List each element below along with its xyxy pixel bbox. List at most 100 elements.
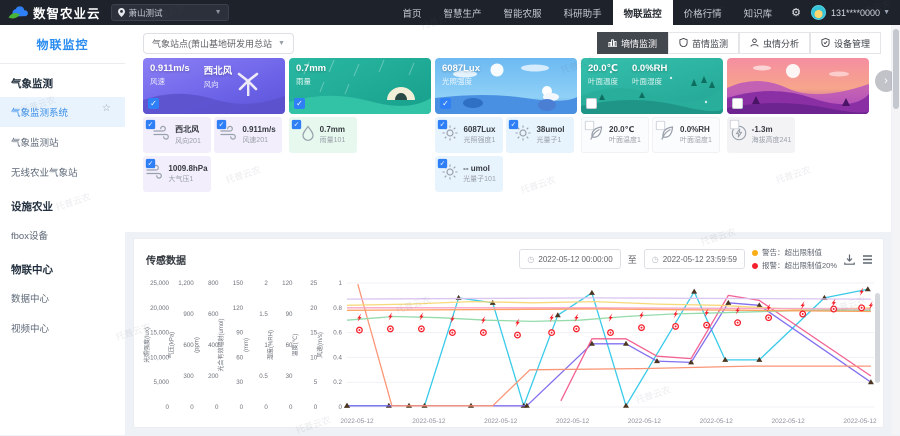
card-banner-wind[interactable]: 0.911m/s风速西北风风向✓: [143, 58, 285, 114]
sensor-chip-3-0[interactable]: ✓20.0℃叶面温度1: [581, 117, 649, 153]
sensor-checkbox[interactable]: ✓: [509, 120, 518, 129]
sidebar-item-0-2[interactable]: 无线农业气象站: [0, 157, 125, 187]
page-scrollbar-thumb[interactable]: [893, 29, 899, 109]
card-checkbox[interactable]: ✓: [732, 98, 743, 109]
svg-text:1: 1: [338, 280, 342, 287]
svg-text:风速(m/s): 风速(m/s): [317, 332, 324, 358]
card-banner-light[interactable]: 6087Lux光照强度✓: [435, 58, 577, 114]
nav-menu: 首页智慧生产智能农服科研助手物联监控价格行情知识库: [392, 0, 784, 25]
sensor-card-3: 20.0℃叶面温度0.0%RH叶面湿度✓✓20.0℃叶面温度1✓0.0%RH叶面…: [581, 58, 723, 192]
svg-text:0.5: 0.5: [259, 373, 268, 380]
sensor-checkbox[interactable]: ✓: [146, 120, 155, 129]
sensor-chip-1-0[interactable]: ✓0.7mm雨量101: [289, 117, 357, 153]
sensor-value: 0.911m/s: [242, 125, 275, 134]
legend-dot: [752, 263, 758, 269]
sensor-chip-4-0[interactable]: ✓-1.3m海拔高度241: [727, 117, 795, 153]
sidebar-item-1-0[interactable]: fbox设备: [0, 220, 125, 250]
chart-scrollbar[interactable]: [875, 293, 880, 383]
alarm-legend: 警告：超出限制值报警：超出限制值20%: [752, 247, 837, 271]
leaf-shield-icon: [679, 38, 688, 49]
svg-text:0: 0: [240, 404, 244, 411]
date-to-input[interactable]: ◷ 2022-05-12 23:59:59: [644, 249, 745, 269]
svg-text:0: 0: [215, 404, 219, 411]
sensor-label: 风向201: [175, 136, 201, 146]
svg-text:湿度(%RH): 湿度(%RH): [267, 330, 275, 360]
svg-text:2022-05-12: 2022-05-12: [628, 418, 662, 425]
sensor-checkbox[interactable]: ✓: [585, 121, 594, 130]
banner-value: 西北风: [204, 63, 233, 77]
sidebar-item-0-0[interactable]: 气象监测系统☆: [0, 97, 125, 127]
tab-虫情分析[interactable]: 虫情分析: [739, 32, 810, 54]
sensor-chip-3-1[interactable]: ✓0.0%RH叶面湿度1: [652, 117, 720, 153]
nav-item-2[interactable]: 智能农服: [493, 0, 553, 25]
location-pin-icon: [118, 8, 125, 17]
svg-text:0.4: 0.4: [333, 354, 342, 361]
nav-item-3[interactable]: 科研助手: [553, 0, 613, 25]
star-icon[interactable]: ☆: [102, 103, 111, 114]
nav-item-1[interactable]: 智慧生产: [433, 0, 493, 25]
svg-text:800: 800: [208, 280, 219, 287]
user-menu[interactable]: 131****0000 ▼: [831, 8, 900, 18]
sensor-chip-0-0[interactable]: ✓西北风风向201: [143, 117, 211, 153]
svg-text:30: 30: [236, 379, 243, 386]
card-checkbox[interactable]: ✓: [586, 98, 597, 109]
sensor-checkbox[interactable]: ✓: [730, 120, 739, 129]
sensor-checkbox[interactable]: ✓: [656, 121, 665, 130]
sidebar-item-0-1[interactable]: 气象监测站: [0, 127, 125, 157]
nav-item-4[interactable]: 物联监控: [613, 0, 673, 25]
sidebar-item-2-1[interactable]: 视频中心: [0, 313, 125, 343]
sensor-checkbox[interactable]: ✓: [438, 120, 447, 129]
chevron-down-icon: ▼: [883, 9, 890, 16]
sensor-chip-2-1[interactable]: ✓38umol光量子1: [506, 117, 574, 153]
chart-header: 传感数据 ◷ 2022-05-12 00:00:00 至 ◷ 2022-05-1…: [134, 239, 883, 273]
tab-墒情监测[interactable]: 墒情监测: [597, 32, 668, 54]
card-checkbox[interactable]: ✓: [440, 98, 451, 109]
org-selector-dropdown[interactable]: 萧山测试 ▼: [111, 4, 229, 21]
sidebar-item-2-0[interactable]: 数据中心: [0, 283, 125, 313]
nav-item-5[interactable]: 价格行情: [673, 0, 733, 25]
sensor-label: 叶面湿度1: [680, 135, 712, 145]
sensor-value: 6087Lux: [463, 125, 495, 134]
sensor-chip-0-2[interactable]: ✓1009.8hPa大气压1: [143, 156, 211, 192]
svg-text:2022-05-12: 2022-05-12: [556, 418, 590, 425]
clock-icon: ◷: [652, 255, 659, 264]
sensor-chip-0-1[interactable]: ✓ 0.911m/s风速201: [214, 117, 282, 153]
svg-text:2022-05-12: 2022-05-12: [412, 418, 446, 425]
nav-item-0[interactable]: 首页: [392, 0, 433, 25]
date-from-value: 2022-05-12 00:00:00: [538, 255, 612, 264]
sensor-checkbox[interactable]: ✓: [438, 159, 447, 168]
svg-text:0: 0: [190, 404, 194, 411]
page-scrollbar[interactable]: [892, 25, 900, 435]
list-view-icon[interactable]: [862, 254, 873, 265]
card-banner-leaf[interactable]: 20.0℃叶面温度0.0%RH叶面湿度✓: [581, 58, 723, 114]
svg-text:120: 120: [282, 280, 293, 287]
tab-设备管理[interactable]: 设备管理: [810, 32, 881, 54]
card-banner-rain[interactable]: 0.7mm雨量✓: [289, 58, 431, 114]
nav-item-6[interactable]: 知识库: [733, 0, 784, 25]
sensor-checkbox[interactable]: ✓: [292, 120, 301, 129]
sensor-label: 风速201: [242, 135, 275, 145]
sensor-value: 0.7mm: [320, 125, 346, 134]
svg-text:温度(℃): 温度(℃): [291, 334, 299, 357]
avatar[interactable]: [811, 5, 826, 20]
sensor-card-4: ✓✓-1.3m海拔高度241: [727, 58, 869, 192]
sensor-chip-2-2[interactable]: ✓-- umol光量子101: [435, 156, 503, 192]
sensor-checkbox[interactable]: ✓: [217, 120, 226, 129]
sensor-checkbox[interactable]: ✓: [146, 159, 155, 168]
svg-text:150: 150: [233, 280, 244, 287]
tab-苗情监测[interactable]: 苗情监测: [668, 32, 739, 54]
card-checkbox[interactable]: ✓: [148, 98, 159, 109]
card-checkbox[interactable]: ✓: [294, 98, 305, 109]
chart-body: 光照强度(lux)05,00010,00015,00020,00025,000气…: [134, 273, 883, 436]
station-selector-dropdown[interactable]: 气象站点(萧山基地研发用总站 ▼: [143, 33, 294, 54]
sensor-line-chart[interactable]: 光照强度(lux)05,00010,00015,00020,00025,000气…: [134, 273, 883, 431]
card-banner-sunset[interactable]: ✓: [727, 58, 869, 114]
cloud-leaf-logo-icon: [8, 6, 28, 20]
sidebar-section-title: 物联中心: [0, 250, 125, 283]
gear-icon[interactable]: ⚙: [783, 6, 809, 19]
download-icon[interactable]: [844, 254, 855, 265]
banner-label: 叶面温度: [588, 76, 618, 87]
date-from-input[interactable]: ◷ 2022-05-12 00:00:00: [519, 249, 620, 269]
app-title: 数智农业云: [33, 3, 101, 22]
sensor-chip-2-0[interactable]: ✓6087Lux光照强度1: [435, 117, 503, 153]
